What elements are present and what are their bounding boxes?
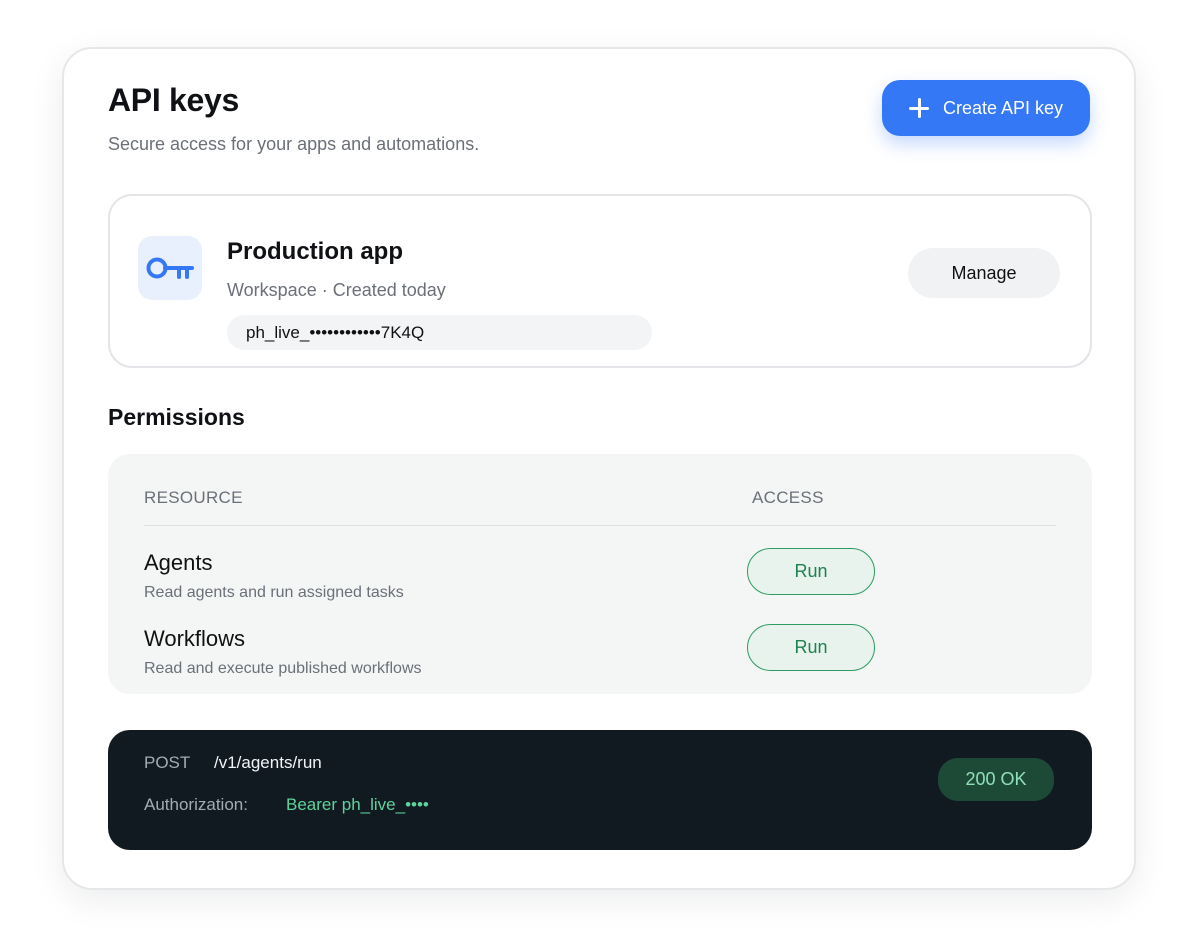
resource-description: Read and execute published workflows xyxy=(144,660,422,677)
header-divider xyxy=(144,525,1056,526)
http-method: POST xyxy=(144,753,191,772)
access-run-pill[interactable]: Run xyxy=(747,548,875,595)
column-header-access: ACCESS xyxy=(752,488,824,507)
page-title: API keys xyxy=(108,82,240,118)
access-run-pill[interactable]: Run xyxy=(747,624,875,671)
status-badge: 200 OK xyxy=(938,758,1054,801)
resource-name: Agents xyxy=(144,550,213,575)
key-name: Production app xyxy=(227,238,403,265)
auth-value: Bearer ph_live_•••• xyxy=(286,795,429,814)
key-icon-graphic xyxy=(146,257,194,279)
permissions-table xyxy=(108,454,1092,694)
page-subtitle: Secure access for your apps and automati… xyxy=(108,134,480,154)
column-header-resource: RESOURCE xyxy=(144,488,243,507)
key-meta: Workspace · Created today xyxy=(227,280,446,300)
permissions-title: Permissions xyxy=(108,404,245,430)
resource-name: Workflows xyxy=(144,626,246,651)
endpoint-path: /v1/agents/run xyxy=(214,753,322,772)
manage-button[interactable]: Manage xyxy=(908,248,1060,298)
key-icon xyxy=(138,236,202,300)
create-api-key-button[interactable]: Create API key xyxy=(882,80,1090,136)
create-api-key-label: Create API key xyxy=(942,97,1064,118)
auth-label: Authorization: xyxy=(144,795,248,814)
plus-icon xyxy=(908,98,929,118)
masked-key-field[interactable]: ph_live_••••••••••••7K4Q xyxy=(227,315,652,350)
resource-description: Read agents and run assigned tasks xyxy=(144,584,404,601)
